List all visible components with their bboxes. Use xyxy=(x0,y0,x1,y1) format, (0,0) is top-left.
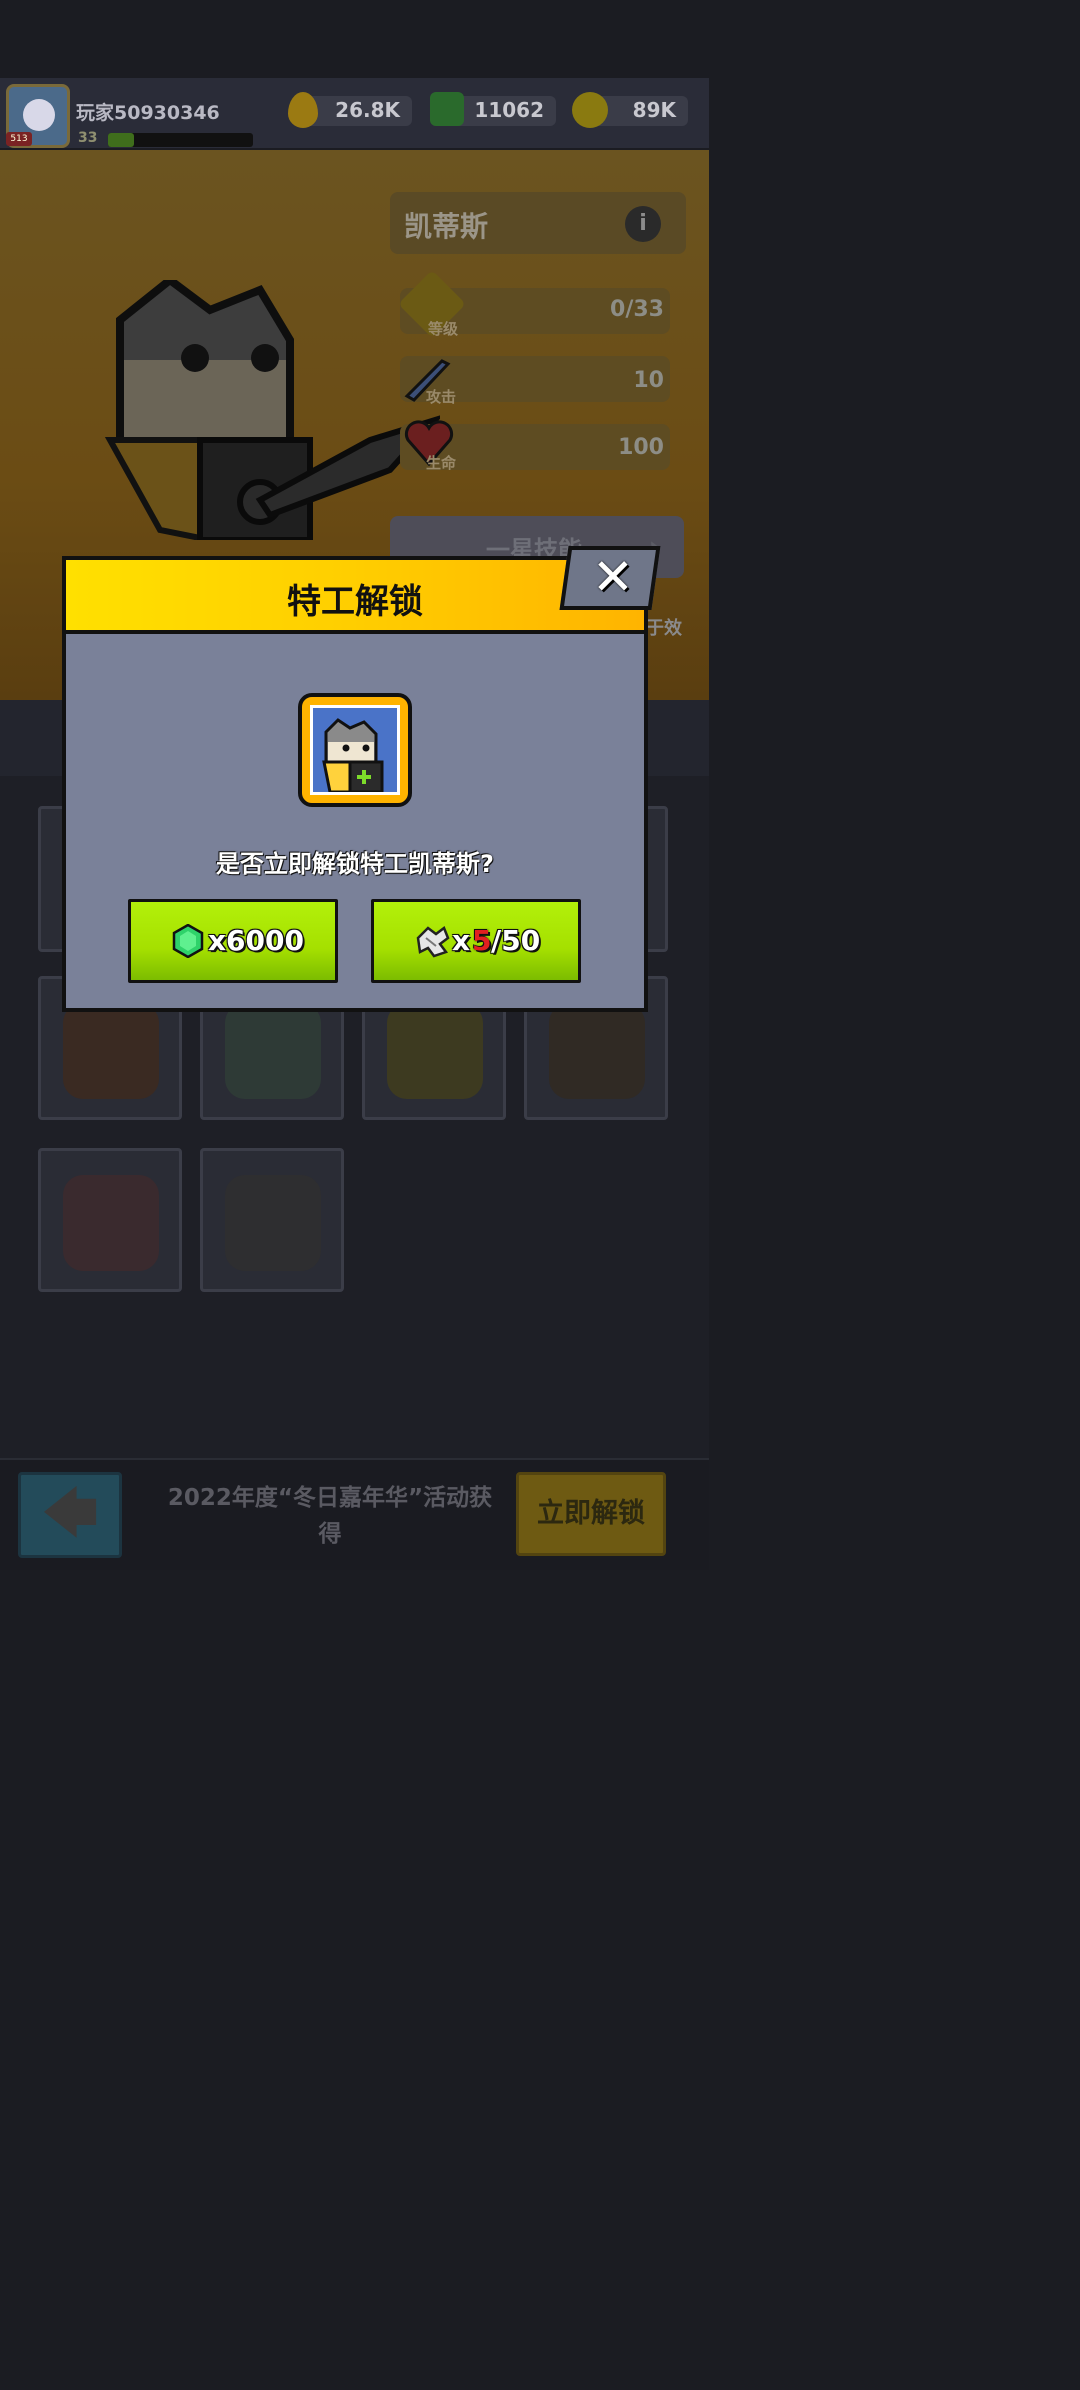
gem-cost: x6000 xyxy=(208,924,304,957)
gem-icon xyxy=(172,924,204,958)
cat-agent-icon xyxy=(322,718,384,792)
shard-count-required: /50 xyxy=(491,924,541,957)
shard-count-owned: 5 xyxy=(472,924,492,957)
puzzle-shard-icon xyxy=(416,926,450,958)
shard-count-prefix: x xyxy=(452,924,471,957)
unlock-question: 是否立即解锁特工凯蒂斯? xyxy=(216,850,494,878)
close-icon[interactable]: ✕ xyxy=(590,548,636,606)
